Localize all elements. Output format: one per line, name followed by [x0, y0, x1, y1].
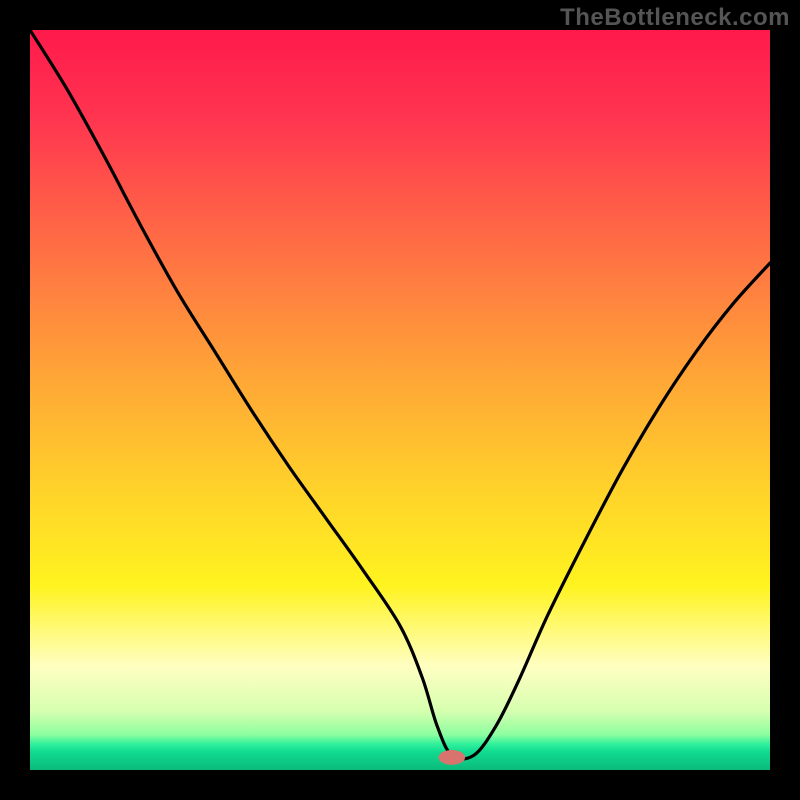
plot-area [30, 30, 770, 770]
bottleneck-chart [30, 30, 770, 770]
optimal-marker [438, 750, 465, 765]
chart-frame: TheBottleneck.com [0, 0, 800, 800]
gradient-background [30, 30, 770, 770]
watermark-text: TheBottleneck.com [560, 4, 790, 32]
